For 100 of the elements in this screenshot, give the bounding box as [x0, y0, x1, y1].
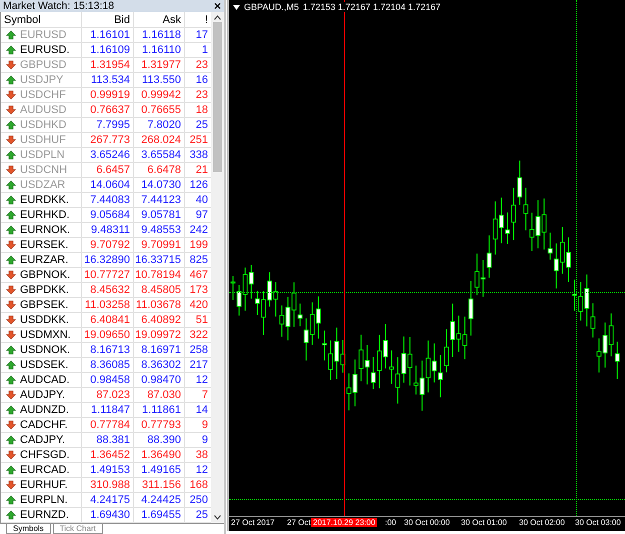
up-arrow-icon	[6, 465, 16, 475]
bid-price: 9.48311	[82, 223, 134, 237]
time-axis-label: 30 Oct 03:00	[575, 518, 621, 527]
symbol-name[interactable]: USDMXN.	[20, 328, 71, 342]
bid-price: 9.05684	[82, 208, 134, 222]
ask-price: 7.8020	[134, 118, 185, 132]
time-axis-label: 30 Oct 01:00	[461, 518, 507, 527]
down-arrow-icon	[6, 135, 16, 145]
column-header[interactable]: !	[185, 12, 211, 27]
bid-price: 1.36452	[82, 448, 134, 462]
symbol-name[interactable]: USDSEK.	[20, 358, 68, 372]
bid-price: 6.6457	[82, 163, 134, 177]
symbol-name[interactable]: EURUSD.	[20, 42, 70, 58]
symbol-name[interactable]: CADCHF.	[20, 418, 68, 432]
scrollbar[interactable]	[211, 12, 224, 523]
spread-value: 199	[188, 238, 209, 252]
bid-price: 11.03258	[82, 298, 134, 312]
spread-value: 217	[188, 358, 209, 372]
up-arrow-icon	[6, 255, 16, 265]
spread-value: 7	[200, 388, 209, 402]
up-arrow-icon	[6, 405, 16, 415]
spread-value: 23	[194, 88, 209, 102]
bid-price: 1.16109	[82, 43, 134, 57]
symbol-name[interactable]: AUDNZD.	[20, 402, 69, 418]
spread-value: 97	[194, 208, 209, 222]
symbol-name[interactable]: EURHKD.	[20, 208, 70, 222]
symbol-name[interactable]: GBPNOK.	[20, 268, 70, 282]
symbol-name[interactable]: CHFSGD.	[20, 448, 70, 462]
ask-price: 268.024	[134, 133, 185, 147]
chart-symbol: GBPAUD.,M5	[244, 2, 299, 12]
bid-price: 6.40841	[82, 313, 134, 327]
symbol-name[interactable]: EURCAD.	[20, 462, 70, 478]
time-axis-label: 30 Oct 00:00	[404, 518, 450, 527]
symbol-name[interactable]: AUDJPY.	[20, 388, 66, 402]
bid-price: 3.65246	[82, 148, 134, 162]
ask-price: 16.33715	[134, 253, 185, 267]
spread-value: 38	[194, 448, 209, 462]
symbol-name[interactable]: EURHUF.	[20, 478, 68, 492]
dropdown-triangle-icon[interactable]	[233, 4, 240, 10]
time-axis-label: 30 Oct 02:00	[519, 518, 565, 527]
ask-price: 1.16118	[134, 28, 185, 42]
spread-value: 51	[194, 313, 209, 327]
spread-value: 17	[194, 28, 209, 42]
down-arrow-icon	[6, 450, 16, 460]
column-header[interactable]: Ask	[134, 12, 185, 27]
ask-price: 311.156	[134, 478, 185, 492]
scrollbar-thumb[interactable]	[213, 22, 222, 172]
ask-price: 87.030	[134, 388, 185, 402]
spread-value: 242	[188, 223, 209, 237]
scroll-down-icon[interactable]	[214, 515, 221, 520]
panel-tab[interactable]: Symbols	[6, 524, 51, 534]
column-header[interactable]: Symbol	[1, 12, 82, 27]
spread-value: 9	[200, 418, 209, 432]
bid-price: 4.24175	[82, 493, 134, 507]
spread-value: 12	[194, 463, 209, 477]
symbol-name[interactable]: EURNOK.	[20, 222, 70, 238]
scroll-up-icon[interactable]	[214, 15, 221, 20]
bid-price: 1.69430	[82, 508, 134, 522]
up-arrow-icon	[6, 120, 16, 130]
ask-price: 8.16971	[134, 343, 185, 357]
symbol-name[interactable]: GBPSEK.	[20, 298, 68, 312]
ask-price: 11.03678	[134, 298, 185, 312]
bid-price: 0.99919	[82, 88, 134, 102]
spread-value: 251	[188, 133, 209, 147]
ask-price: 9.05781	[134, 208, 185, 222]
ask-price: 0.98470	[134, 373, 185, 387]
symbol-name[interactable]: CADJPY.	[20, 432, 66, 448]
symbol-name[interactable]: EURNZD.	[20, 508, 69, 522]
bid-price: 0.98458	[82, 373, 134, 387]
symbol-name[interactable]: AUDCAD.	[20, 372, 70, 388]
ask-price: 1.69455	[134, 508, 185, 522]
down-arrow-icon	[6, 390, 16, 400]
spread-value: 258	[188, 343, 209, 357]
spread-value: 126	[188, 178, 209, 192]
time-axis-label: 27 Oct	[287, 518, 311, 527]
bid-price: 1.49153	[82, 463, 134, 477]
spread-value: 825	[188, 253, 209, 267]
panel-tab[interactable]: Tick Chart	[52, 524, 103, 534]
symbol-name[interactable]: USDNOK.	[20, 342, 70, 358]
bid-price: 8.36085	[82, 358, 134, 372]
spread-value: 21	[194, 163, 209, 177]
bid-price: 310.988	[82, 478, 134, 492]
spread-value: 16	[194, 73, 209, 87]
ask-price: 4.24425	[134, 493, 185, 507]
symbol-name[interactable]: EURPLN.	[20, 492, 68, 508]
symbol-name[interactable]: EURSEK.	[20, 238, 68, 252]
bid-price: 10.77727	[82, 268, 134, 282]
symbol-name[interactable]: EURDKK.	[20, 192, 69, 208]
bid-price: 0.77784	[82, 418, 134, 432]
close-button[interactable]: ×	[214, 0, 221, 12]
symbol-name[interactable]: EURZAR.	[20, 252, 68, 268]
symbol-name[interactable]: USDDKK.	[20, 312, 69, 328]
spread-value: 25	[194, 118, 209, 132]
column-header[interactable]: Bid	[82, 12, 134, 27]
symbol-name[interactable]: GBPDKK.	[20, 282, 69, 298]
ask-price: 1.36490	[134, 448, 185, 462]
ohlc-prices: 1.72153 1.72167 1.72104 1.72167	[302, 2, 441, 12]
bid-price: 9.70792	[82, 238, 134, 252]
spread-value: 420	[188, 298, 209, 312]
bid-price: 8.16713	[82, 343, 134, 357]
